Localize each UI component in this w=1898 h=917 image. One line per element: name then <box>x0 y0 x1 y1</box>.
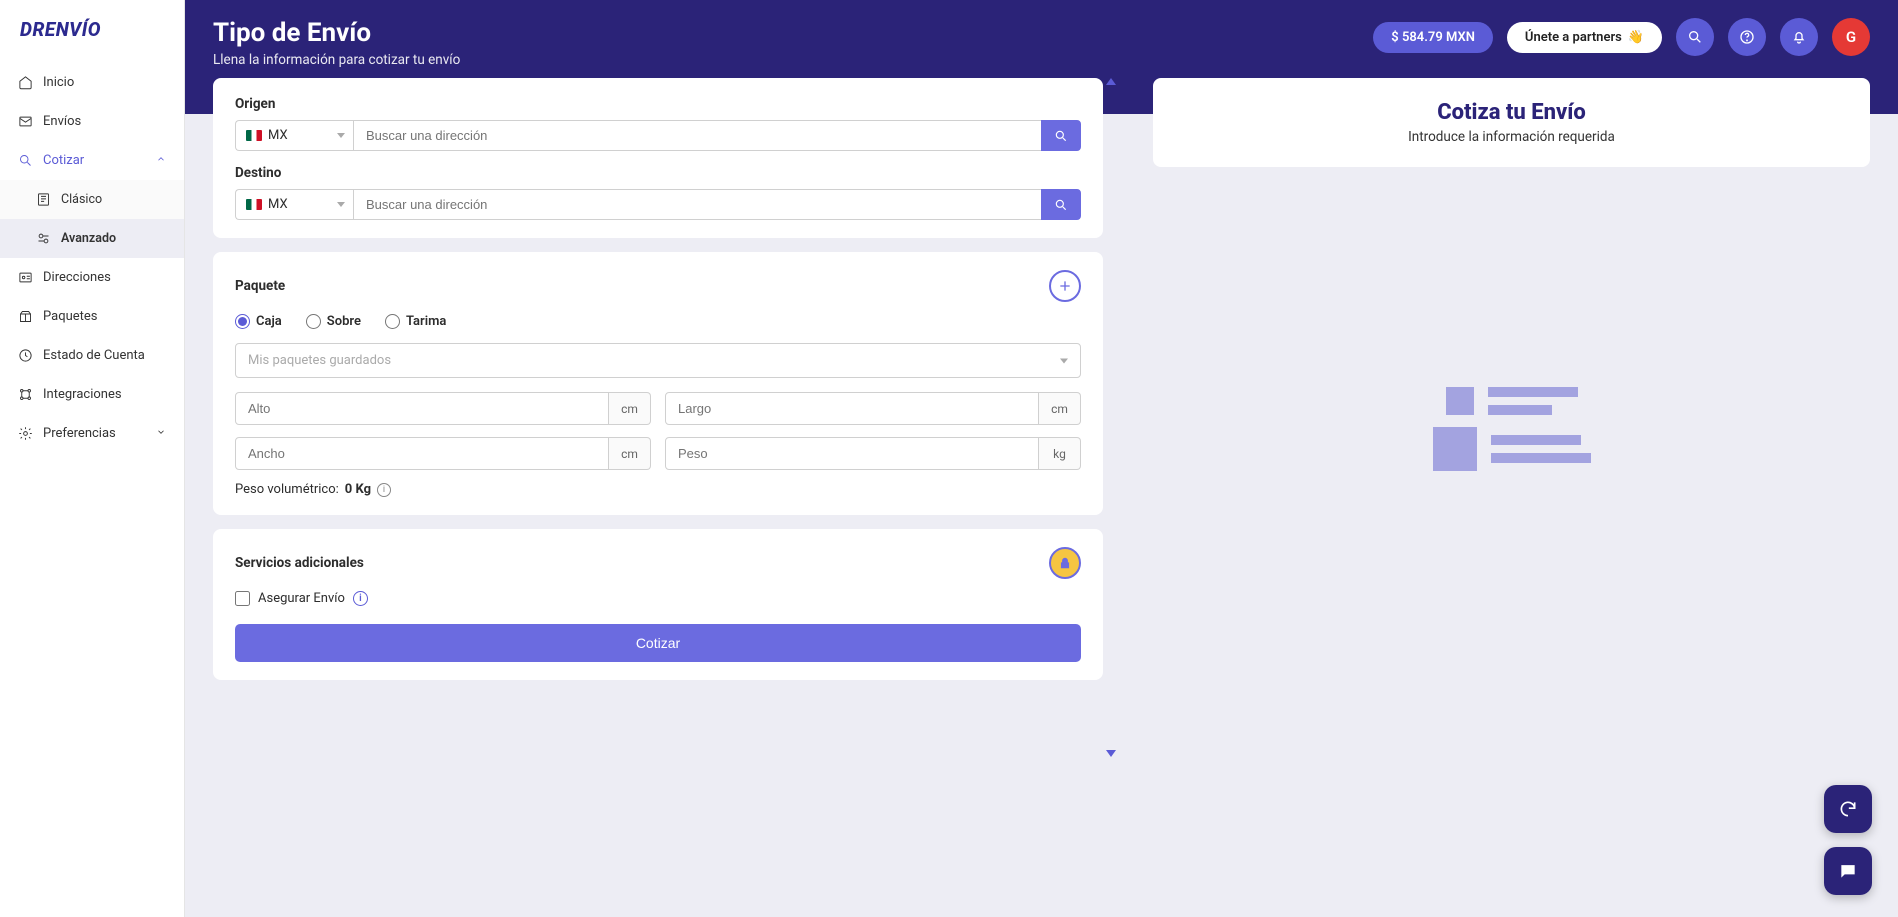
refresh-float-button[interactable] <box>1824 785 1872 833</box>
services-label: Servicios adicionales <box>235 555 364 571</box>
kg-unit: kg <box>1039 437 1081 470</box>
results-column: Cotiza tu Envío Introduce la información… <box>1125 78 1898 917</box>
package-type-caja[interactable]: Caja <box>235 314 282 329</box>
placeholder-illustration <box>1153 387 1870 471</box>
sidebar: DRENVÍO Inicio Envíos Cotizar Clásico <box>0 0 185 917</box>
destination-country-code: MX <box>268 197 288 212</box>
destination-search-button[interactable] <box>1041 189 1081 220</box>
mx-flag-icon <box>246 199 262 210</box>
quote-prompt-card: Cotiza tu Envío Introduce la información… <box>1153 78 1870 167</box>
nav-integraciones[interactable]: Integraciones <box>0 375 184 414</box>
height-input[interactable] <box>235 392 609 425</box>
info-icon[interactable]: i <box>353 591 368 606</box>
address-card: Origen MX Destino MX <box>213 78 1103 238</box>
nav-cuenta-label: Estado de Cuenta <box>43 348 145 363</box>
destination-country-select[interactable]: MX <box>235 189 353 220</box>
nav-paquetes[interactable]: Paquetes <box>0 297 184 336</box>
package-type-tarima[interactable]: Tarima <box>385 314 446 329</box>
weight-input[interactable] <box>665 437 1039 470</box>
form-column: Origen MX Destino MX <box>185 78 1125 917</box>
info-icon[interactable]: i <box>377 483 391 497</box>
lock-button[interactable] <box>1049 547 1081 579</box>
quote-button[interactable]: Cotizar <box>235 624 1081 662</box>
gear-icon <box>18 426 33 441</box>
nav-clasico-label: Clásico <box>61 192 102 207</box>
nav-cuenta[interactable]: Estado de Cuenta <box>0 336 184 375</box>
avatar[interactable]: G <box>1832 18 1870 56</box>
insure-label: Asegurar Envío <box>258 591 345 606</box>
vol-weight-value: 0 Kg <box>345 482 371 497</box>
origin-country-select[interactable]: MX <box>235 120 353 151</box>
package-label: Paquete <box>235 278 285 294</box>
search-icon <box>18 153 33 168</box>
mx-flag-icon <box>246 130 262 141</box>
package-type-sobre[interactable]: Sobre <box>306 314 361 329</box>
nav-inicio[interactable]: Inicio <box>0 63 184 102</box>
vol-weight-label: Peso volumétrico: <box>235 482 339 497</box>
insure-checkbox[interactable] <box>235 591 250 606</box>
partners-button[interactable]: Únete a partners 👋 <box>1507 22 1662 53</box>
nav-avanzado[interactable]: Avanzado <box>0 219 184 258</box>
destination-address-input[interactable] <box>353 189 1041 220</box>
wave-emoji: 👋 <box>1628 30 1644 45</box>
address-icon <box>18 270 33 285</box>
notifications-button[interactable] <box>1780 18 1818 56</box>
origin-country-code: MX <box>268 128 288 143</box>
nav-direcciones[interactable]: Direcciones <box>0 258 184 297</box>
cm-unit: cm <box>609 392 651 425</box>
nav-preferencias[interactable]: Preferencias <box>0 414 184 453</box>
origin-address-input[interactable] <box>353 120 1041 151</box>
quote-subtitle: Introduce la información requerida <box>1175 129 1848 145</box>
destination-label: Destino <box>235 165 1081 181</box>
chat-float-button[interactable] <box>1824 847 1872 895</box>
envelope-icon <box>18 114 33 129</box>
nav-envios[interactable]: Envíos <box>0 102 184 141</box>
cm-unit: cm <box>1039 392 1081 425</box>
nav-integraciones-label: Integraciones <box>43 387 122 402</box>
partners-label: Únete a partners <box>1525 30 1622 45</box>
main: Tipo de Envío Llena la información para … <box>185 0 1898 917</box>
nav-avanzado-label: Avanzado <box>61 231 116 246</box>
package-icon <box>18 309 33 324</box>
nav-inicio-label: Inicio <box>43 75 74 90</box>
classic-icon <box>36 192 51 207</box>
nav-cotizar[interactable]: Cotizar <box>0 141 184 180</box>
saved-packages-select[interactable]: Mis paquetes guardados <box>235 343 1081 378</box>
quote-title: Cotiza tu Envío <box>1175 100 1848 125</box>
origin-search-button[interactable] <box>1041 120 1081 151</box>
brand-logo: DRENVÍO <box>0 0 184 59</box>
nav-cotizar-label: Cotizar <box>43 153 84 168</box>
search-button[interactable] <box>1676 18 1714 56</box>
scrollbar[interactable] <box>1105 78 1117 917</box>
nav: Inicio Envíos Cotizar Clásico Avanzado <box>0 59 184 453</box>
cm-unit: cm <box>609 437 651 470</box>
nav-clasico[interactable]: Clásico <box>0 180 184 219</box>
origin-label: Origen <box>235 96 1081 112</box>
chevron-down-icon <box>156 426 166 441</box>
scroll-down-icon[interactable] <box>1106 750 1116 757</box>
services-card: Servicios adicionales Asegurar Envío i C… <box>213 529 1103 680</box>
page-title: Tipo de Envío <box>213 18 460 48</box>
balance-pill[interactable]: $ 584.79 MXN <box>1373 22 1493 53</box>
scroll-up-icon[interactable] <box>1106 78 1116 85</box>
nav-preferencias-label: Preferencias <box>43 426 116 441</box>
page-subtitle: Llena la información para cotizar tu env… <box>213 52 460 68</box>
nav-envios-label: Envíos <box>43 114 81 129</box>
length-input[interactable] <box>665 392 1039 425</box>
home-icon <box>18 75 33 90</box>
account-icon <box>18 348 33 363</box>
integrations-icon <box>18 387 33 402</box>
nav-paquetes-label: Paquetes <box>43 309 98 324</box>
nav-direcciones-label: Direcciones <box>43 270 111 285</box>
help-button[interactable] <box>1728 18 1766 56</box>
chevron-up-icon <box>156 153 166 168</box>
advanced-icon <box>36 231 51 246</box>
package-card: Paquete Caja Sobre Tarima Mis paquetes g… <box>213 252 1103 515</box>
add-package-button[interactable] <box>1049 270 1081 302</box>
width-input[interactable] <box>235 437 609 470</box>
